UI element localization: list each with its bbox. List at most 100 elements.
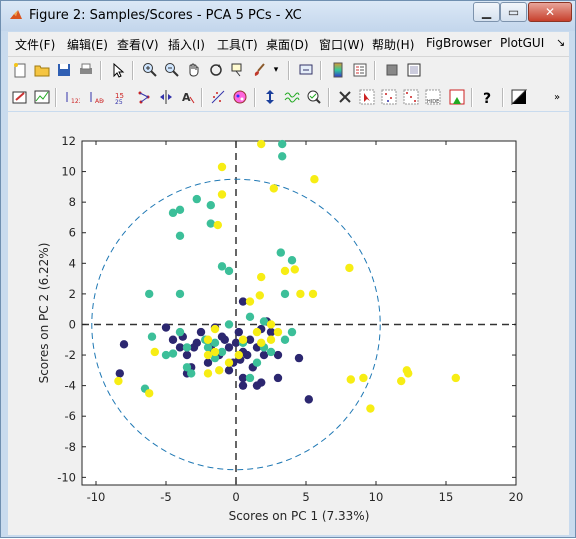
y-tick-label: 6: [69, 226, 76, 240]
menu-overflow-icon[interactable]: ↘: [556, 36, 565, 49]
data-point: [304, 395, 313, 404]
label-text-icon[interactable]: A: [178, 87, 198, 107]
zoom-in-icon[interactable]: [140, 60, 160, 80]
vertical-move-icon[interactable]: [260, 87, 280, 107]
y-tick-label: 2: [69, 287, 76, 301]
data-point: [217, 162, 227, 172]
close-button[interactable]: ✕: [528, 2, 572, 22]
data-point: [243, 350, 252, 360]
edit-plot-icon[interactable]: [10, 87, 30, 107]
connect-points-icon[interactable]: [134, 87, 154, 107]
hide-icon[interactable]: HIDE: [423, 87, 443, 107]
toolbar-overflow-icon[interactable]: »: [549, 87, 565, 107]
brush-icon[interactable]: [250, 60, 270, 80]
menu-file[interactable]: 文件(F): [15, 36, 55, 53]
data-point: [278, 139, 287, 149]
data-point: [217, 332, 227, 341]
data-point: [257, 139, 266, 149]
data-point: [206, 201, 215, 210]
menu-desktop[interactable]: 桌面(D): [266, 36, 309, 53]
data-point: [255, 291, 264, 300]
toolbar-separator: [471, 88, 473, 107]
brush-dropdown-icon[interactable]: ▾: [270, 60, 282, 80]
data-point: [451, 373, 460, 383]
save-icon[interactable]: [54, 60, 74, 80]
data-point: [161, 350, 171, 360]
help-icon[interactable]: ?: [478, 87, 498, 107]
data-point: [273, 327, 283, 337]
svg-text:25: 25: [115, 99, 123, 105]
data-point: [203, 350, 213, 360]
data-point: [224, 343, 234, 352]
rotate-icon[interactable]: [206, 60, 226, 80]
legend-icon[interactable]: [350, 60, 370, 80]
color-groups-icon[interactable]: [230, 87, 250, 107]
data-point: [346, 375, 355, 384]
close-icon: ✕: [544, 5, 556, 19]
open-file-icon[interactable]: [32, 60, 52, 80]
colorbar-icon[interactable]: [328, 60, 348, 80]
link-plot-icon[interactable]: [296, 60, 316, 80]
data-point: [224, 266, 234, 276]
data-point: [168, 335, 178, 344]
pan-icon[interactable]: [184, 60, 204, 80]
menu-tools[interactable]: 工具(T): [217, 36, 258, 53]
data-point: [290, 265, 299, 274]
data-point: [206, 219, 215, 228]
data-point: [257, 338, 266, 348]
menu-plotgui[interactable]: PlotGUI: [500, 36, 544, 50]
legend-arrow-icon[interactable]: [447, 87, 467, 107]
scatter-points-icon[interactable]: [208, 87, 228, 107]
select-arrow-icon[interactable]: [108, 60, 128, 80]
menu-window[interactable]: 窗口(W): [319, 36, 364, 53]
data-point: [273, 373, 283, 383]
wrench-scissors-icon[interactable]: [335, 87, 355, 107]
sort-15-icon[interactable]: 15 25: [110, 87, 130, 107]
data-point: [175, 327, 185, 337]
data-point: [308, 289, 318, 299]
select-grid-icon[interactable]: [401, 87, 421, 107]
y-tick-label: -2: [65, 348, 76, 362]
menu-help[interactable]: 帮助(H): [372, 36, 414, 53]
sort-123-icon[interactable]: 123: [62, 87, 82, 107]
hide-plot-tools-icon[interactable]: [382, 60, 402, 80]
split-icon[interactable]: [156, 87, 176, 107]
data-point: [217, 190, 227, 199]
new-figure-icon[interactable]: [10, 60, 30, 80]
menu-edit[interactable]: 编辑(E): [67, 36, 108, 53]
data-point: [269, 184, 278, 193]
show-plot-tools-icon[interactable]: [404, 60, 424, 80]
svg-text:HIDE: HIDE: [427, 99, 439, 105]
select-pointer-icon[interactable]: [357, 87, 377, 107]
minimize-button[interactable]: ▁: [473, 2, 500, 22]
zoom-check-icon[interactable]: [304, 87, 324, 107]
menu-insert[interactable]: 插入(I): [168, 36, 205, 53]
data-cursor-icon[interactable]: [228, 60, 248, 80]
menu-bar: 文件(F) 编辑(E) 查看(V) 插入(I) 工具(T) 桌面(D) 窗口(W…: [8, 32, 569, 57]
menu-view[interactable]: 查看(V): [117, 36, 159, 53]
data-point: [217, 262, 227, 271]
data-point: [203, 343, 213, 352]
zoom-out-icon[interactable]: [162, 60, 182, 80]
chart-line-icon[interactable]: [32, 87, 52, 107]
data-point: [145, 289, 154, 299]
x-tick-label: 20: [509, 490, 524, 504]
y-axis-label: Scores on PC 2 (6.22%): [37, 243, 51, 384]
maximize-button[interactable]: ▭: [500, 2, 527, 22]
data-point: [294, 353, 304, 363]
data-point: [147, 332, 157, 341]
print-icon[interactable]: [76, 60, 96, 80]
waveform-icon[interactable]: [282, 87, 302, 107]
title-bar[interactable]: Figure 2: Samples/Scores - PCA 5 PCs - X…: [1, 1, 575, 31]
x-tick-label: 10: [369, 490, 384, 504]
toolbar-separator: [374, 61, 376, 80]
toolbar-separator: [132, 61, 134, 80]
menu-figbrowser[interactable]: FigBrowser: [426, 36, 492, 50]
select-box-icon[interactable]: [379, 87, 399, 107]
y-tick-label: 12: [61, 134, 76, 148]
y-tick-label: -10: [57, 470, 76, 484]
sort-abc-icon[interactable]: ABC: [86, 87, 106, 107]
toolbar-separator: [328, 88, 330, 107]
contrast-icon[interactable]: [509, 87, 529, 107]
scatter-chart[interactable]: -10 -5 0 5 10 15 20 -10 -8 -6 -4 -2 0 2 4 6 8 10 12 Scores…: [8, 112, 569, 535]
